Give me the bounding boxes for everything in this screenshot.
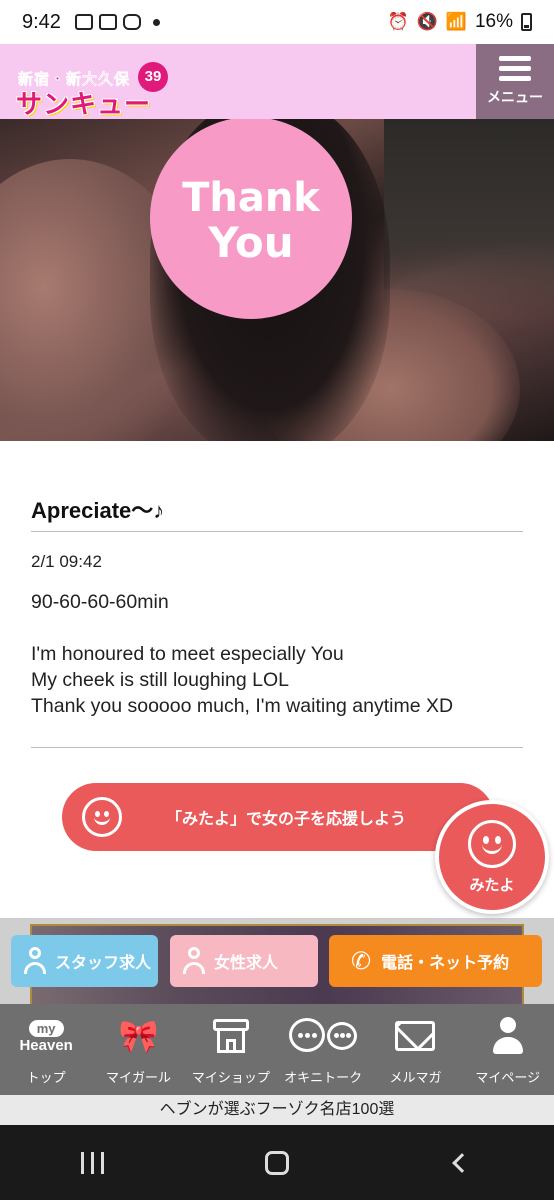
- page: 9:42 ⏰ 🔇 📶 16% 新宿・新大久保 サンキュー 39 メニュー Tha…: [0, 0, 554, 1200]
- alarm-icon: ⏰: [387, 12, 409, 31]
- notification-icons: [74, 14, 160, 30]
- post-line: Thank you sooooo much, I'm waiting anyti…: [31, 695, 454, 717]
- diary-photo: Thank You: [0, 119, 554, 441]
- status-time: 9:42: [22, 10, 61, 33]
- my-heaven-icon: my Heaven: [19, 1019, 73, 1054]
- bottom-tab-bar: my Heaven トップ 🎀 マイガール マイショップ オキニトーク メルマガ…: [0, 1004, 554, 1095]
- hamburger-icon: [499, 56, 531, 81]
- cheer-label: 「みたよ」で女の子を応援しよう: [166, 811, 407, 828]
- tab-my-girl[interactable]: 🎀 マイガール: [92, 1004, 184, 1095]
- menu-button[interactable]: メニュー: [476, 44, 554, 119]
- tab-okini-talk[interactable]: オキニトーク: [277, 1004, 369, 1095]
- battery-text: 16%: [474, 11, 513, 32]
- smile-icon: [468, 819, 516, 868]
- menu-label: メニュー: [487, 89, 543, 105]
- staff-recruit-label: スタッフ求人: [55, 955, 152, 972]
- gallery-icon: [74, 14, 93, 30]
- phone-icon: ✆: [351, 947, 372, 975]
- person-icon: [23, 947, 47, 975]
- smile-icon: [82, 797, 122, 837]
- logo-shop-name: サンキュー: [16, 89, 152, 119]
- status-right: ⏰ 🔇 📶 16%: [387, 11, 532, 33]
- post-line: I'm honoured to meet especially You: [31, 643, 344, 665]
- tab-top[interactable]: my Heaven トップ: [0, 1004, 92, 1095]
- person-icon: [182, 947, 206, 975]
- back-icon: [451, 1152, 472, 1173]
- chat-bubbles-icon: [287, 1016, 359, 1056]
- post-line: My cheek is still loughing LOL: [31, 669, 289, 691]
- shop-icon: [212, 1019, 249, 1053]
- user-icon: [491, 1017, 525, 1055]
- tab-my-shop[interactable]: マイショップ: [185, 1004, 277, 1095]
- tab-label: マイページ: [475, 1070, 541, 1085]
- phone-reserve-label: 電話・ネット予約: [381, 955, 510, 972]
- home-button[interactable]: [247, 1138, 307, 1188]
- tab-label: マイガール: [105, 1070, 171, 1085]
- cheer-button[interactable]: 「みたよ」で女の子を応援しよう: [62, 783, 494, 851]
- mitayo-button[interactable]: みたよ: [435, 800, 549, 914]
- thank-you-sticker: Thank You: [150, 119, 352, 319]
- recents-icon: [80, 1151, 104, 1174]
- divider: [31, 531, 523, 532]
- tab-label: トップ: [26, 1070, 66, 1085]
- mute-icon: 🔇: [416, 12, 438, 31]
- female-recruit-label: 女性求人: [214, 955, 279, 972]
- tab-label: オキニトーク: [284, 1070, 363, 1085]
- home-icon: [264, 1150, 289, 1175]
- sticker-text-1: Thank: [182, 175, 320, 221]
- instagram-icon: [122, 14, 141, 30]
- recents-button[interactable]: [62, 1138, 122, 1188]
- female-recruit-button[interactable]: 女性求人: [170, 935, 318, 987]
- tab-label: メルマガ: [389, 1070, 442, 1085]
- tab-mail-magazine[interactable]: メルマガ: [369, 1004, 461, 1095]
- post-line: 90-60-60-60min: [31, 591, 169, 613]
- post-date: 2/1 09:42: [31, 552, 102, 571]
- post-title: Apreciate～♪: [31, 498, 165, 523]
- tab-label: マイショップ: [191, 1070, 270, 1085]
- system-nav-bar: [0, 1125, 554, 1200]
- battery-icon: [521, 13, 532, 31]
- phone-reserve-button[interactable]: ✆ 電話・ネット予約: [329, 935, 542, 987]
- calendar-icon: [98, 14, 117, 30]
- site-header: 新宿・新大久保 サンキュー 39 メニュー: [0, 44, 554, 119]
- divider: [31, 747, 523, 748]
- back-button[interactable]: [432, 1138, 492, 1188]
- sticker-text-2: You: [208, 218, 294, 267]
- shop-logo[interactable]: 新宿・新大久保 サンキュー 39: [16, 52, 168, 119]
- status-bar: 9:42 ⏰ 🔇 📶 16%: [0, 0, 554, 44]
- ribbon-icon: 🎀: [118, 1018, 159, 1054]
- logo-badge: 39: [138, 62, 168, 92]
- mail-icon: [395, 1021, 436, 1051]
- tab-my-page[interactable]: マイページ: [462, 1004, 554, 1095]
- wifi-icon: 📶: [445, 12, 467, 31]
- staff-recruit-button[interactable]: スタッフ求人: [11, 935, 158, 987]
- top100-link[interactable]: ヘブンが選ぶフーゾク名店100選: [0, 1095, 554, 1125]
- mitayo-label: みたよ: [469, 876, 515, 894]
- post-body: 90-60-60-60min I'm honoured to meet espe…: [31, 589, 453, 719]
- more-notifications-icon: [152, 18, 160, 26]
